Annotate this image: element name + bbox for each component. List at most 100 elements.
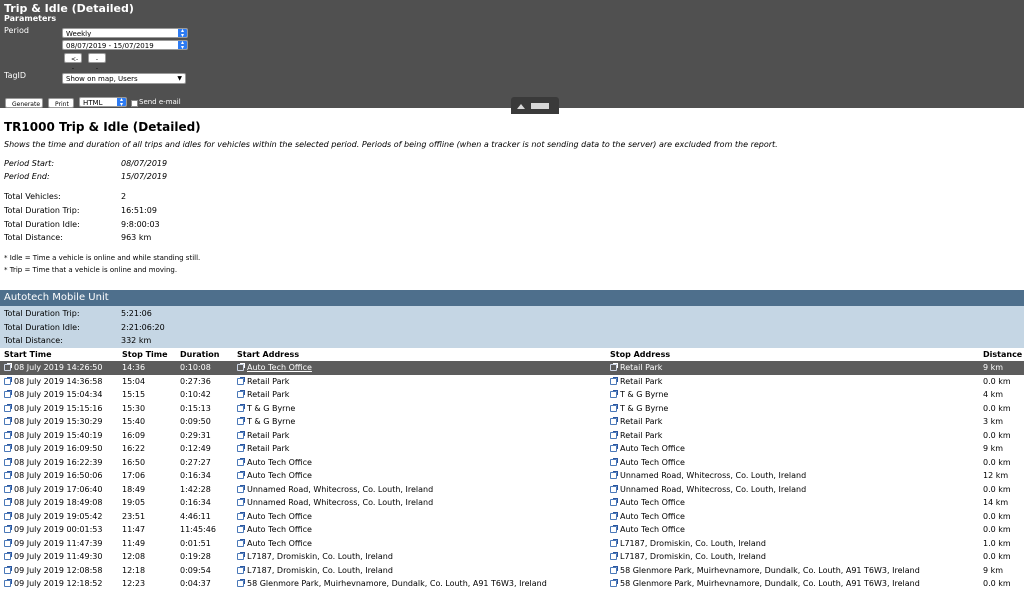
print-button[interactable]: Print bbox=[48, 98, 74, 108]
format-select[interactable]: HTML ▴ ▾ bbox=[79, 97, 127, 107]
table-row[interactable]: 09 July 2019 00:01:53 11:47 11:45:46 Auto T… bbox=[0, 523, 1024, 537]
stop-address-link[interactable]: Retail Park bbox=[620, 377, 662, 386]
open-map-icon[interactable] bbox=[610, 525, 618, 534]
open-map-icon[interactable] bbox=[237, 471, 245, 480]
start-address-link[interactable]: Auto Tech Office bbox=[247, 363, 312, 372]
open-map-icon[interactable] bbox=[610, 376, 618, 385]
stop-address-link[interactable]: Retail Park bbox=[620, 363, 662, 372]
open-map-icon[interactable] bbox=[237, 538, 245, 547]
table-row[interactable]: 09 July 2019 11:49:30 12:08 0:19:28 L7187, … bbox=[0, 550, 1024, 564]
open-map-icon[interactable] bbox=[237, 444, 245, 453]
open-map-icon[interactable] bbox=[237, 417, 245, 426]
table-row[interactable]: 09 July 2019 12:08:58 12:18 0:09:54 L7187, … bbox=[0, 564, 1024, 578]
open-map-icon[interactable] bbox=[4, 444, 12, 453]
stop-address-link[interactable]: L7187, Dromiskin, Co. Louth, Ireland bbox=[620, 539, 766, 548]
open-map-icon[interactable] bbox=[4, 376, 12, 385]
open-map-icon[interactable] bbox=[610, 430, 618, 439]
open-map-icon[interactable] bbox=[610, 363, 618, 372]
stop-address-link[interactable]: Auto Tech Office bbox=[620, 498, 685, 507]
start-address-link[interactable]: L7187, Dromiskin, Co. Louth, Ireland bbox=[247, 566, 393, 575]
stop-address-link[interactable]: L7187, Dromiskin, Co. Louth, Ireland bbox=[620, 552, 766, 561]
table-row[interactable]: 08 July 2019 15:04:34 15:15 0:10:42 Retail … bbox=[0, 388, 1024, 402]
stop-address-link[interactable]: Unnamed Road, Whitecross, Co. Louth, Ire… bbox=[620, 485, 806, 494]
open-map-icon[interactable] bbox=[237, 430, 245, 439]
generate-button[interactable]: Generate bbox=[5, 98, 43, 108]
open-map-icon[interactable] bbox=[4, 417, 12, 426]
start-address-link[interactable]: Retail Park bbox=[247, 431, 289, 440]
open-map-icon[interactable] bbox=[610, 471, 618, 480]
start-address-link[interactable]: Retail Park bbox=[247, 390, 289, 399]
stop-address-link[interactable]: Auto Tech Office bbox=[620, 525, 685, 534]
stop-address-link[interactable]: T & G Byrne bbox=[620, 404, 668, 413]
open-map-icon[interactable] bbox=[4, 552, 12, 561]
start-address-link[interactable]: Unnamed Road, Whitecross, Co. Louth, Ire… bbox=[247, 485, 433, 494]
start-address-link[interactable]: Auto Tech Office bbox=[247, 471, 312, 480]
stop-address-link[interactable]: Retail Park bbox=[620, 431, 662, 440]
col-header-distance[interactable]: Distance bbox=[979, 348, 1024, 361]
open-map-icon[interactable] bbox=[4, 390, 12, 399]
stop-address-link[interactable]: Auto Tech Office bbox=[620, 458, 685, 467]
table-row[interactable]: 08 July 2019 16:50:06 17:06 0:16:34 Auto Te… bbox=[0, 469, 1024, 483]
start-address-link[interactable]: Retail Park bbox=[247, 377, 289, 386]
table-row[interactable]: 09 July 2019 12:18:52 12:23 0:04:37 58 Glen… bbox=[0, 577, 1024, 591]
open-map-icon[interactable] bbox=[4, 430, 12, 439]
table-row[interactable]: 08 July 2019 16:22:39 16:50 0:27:27 Auto Te… bbox=[0, 456, 1024, 470]
open-map-icon[interactable] bbox=[610, 552, 618, 561]
open-map-icon[interactable] bbox=[4, 565, 12, 574]
open-map-icon[interactable] bbox=[237, 363, 245, 372]
col-header-duration[interactable]: Duration bbox=[176, 348, 233, 361]
open-map-icon[interactable] bbox=[610, 390, 618, 399]
open-map-icon[interactable] bbox=[4, 538, 12, 547]
open-map-icon[interactable] bbox=[237, 484, 245, 493]
open-map-icon[interactable] bbox=[4, 403, 12, 412]
open-map-icon[interactable] bbox=[610, 403, 618, 412]
open-map-icon[interactable] bbox=[4, 484, 12, 493]
open-map-icon[interactable] bbox=[237, 565, 245, 574]
open-map-icon[interactable] bbox=[237, 511, 245, 520]
start-address-link[interactable]: Auto Tech Office bbox=[247, 512, 312, 521]
start-address-link[interactable]: Auto Tech Office bbox=[247, 525, 312, 534]
table-row[interactable]: 08 July 2019 16:09:50 16:22 0:12:49 Retail … bbox=[0, 442, 1024, 456]
start-address-link[interactable]: Retail Park bbox=[247, 444, 289, 453]
open-map-icon[interactable] bbox=[610, 538, 618, 547]
date-range-select[interactable]: 08/07/2019 - 15/07/2019 ▴ ▾ bbox=[62, 40, 188, 50]
open-map-icon[interactable] bbox=[610, 565, 618, 574]
start-address-link[interactable]: 58 Glenmore Park, Muirhevnamore, Dundalk… bbox=[247, 579, 547, 588]
open-map-icon[interactable] bbox=[4, 525, 12, 534]
start-address-link[interactable]: L7187, Dromiskin, Co. Louth, Ireland bbox=[247, 552, 393, 561]
period-select[interactable]: Weekly ▴ ▾ bbox=[62, 28, 188, 38]
open-map-icon[interactable] bbox=[237, 498, 245, 507]
start-address-link[interactable]: Unnamed Road, Whitecross, Co. Louth, Ire… bbox=[247, 498, 433, 507]
open-map-icon[interactable] bbox=[610, 484, 618, 493]
col-header-stop-address[interactable]: Stop Address bbox=[606, 348, 979, 361]
open-map-icon[interactable] bbox=[4, 511, 12, 520]
table-row[interactable]: 08 July 2019 17:06:40 18:49 1:42:28 Unnamed… bbox=[0, 483, 1024, 497]
open-map-icon[interactable] bbox=[4, 457, 12, 466]
open-map-icon[interactable] bbox=[610, 579, 618, 588]
table-row[interactable]: 08 July 2019 19:05:42 23:51 4:46:11 Auto Te… bbox=[0, 510, 1024, 524]
collapse-panel-handle[interactable] bbox=[511, 97, 559, 114]
stop-address-link[interactable]: Retail Park bbox=[620, 417, 662, 426]
table-row[interactable]: 08 July 2019 14:36:58 15:04 0:27:36 Retail … bbox=[0, 375, 1024, 389]
start-address-link[interactable]: T & G Byrne bbox=[247, 404, 295, 413]
open-map-icon[interactable] bbox=[610, 444, 618, 453]
open-map-icon[interactable] bbox=[4, 363, 12, 372]
start-address-link[interactable]: T & G Byrne bbox=[247, 417, 295, 426]
open-map-icon[interactable] bbox=[237, 390, 245, 399]
open-map-icon[interactable] bbox=[610, 498, 618, 507]
start-address-link[interactable]: Auto Tech Office bbox=[247, 458, 312, 467]
open-map-icon[interactable] bbox=[610, 417, 618, 426]
open-map-icon[interactable] bbox=[610, 511, 618, 520]
table-row[interactable]: 08 July 2019 15:30:29 15:40 0:09:50 T & G B… bbox=[0, 415, 1024, 429]
stop-address-link[interactable]: 58 Glenmore Park, Muirhevnamore, Dundalk… bbox=[620, 579, 920, 588]
stop-address-link[interactable]: 58 Glenmore Park, Muirhevnamore, Dundalk… bbox=[620, 566, 920, 575]
open-map-icon[interactable] bbox=[4, 498, 12, 507]
open-map-icon[interactable] bbox=[237, 579, 245, 588]
col-header-stop-time[interactable]: Stop Time bbox=[118, 348, 176, 361]
open-map-icon[interactable] bbox=[4, 471, 12, 480]
col-header-start-address[interactable]: Start Address bbox=[233, 348, 606, 361]
stop-address-link[interactable]: Auto Tech Office bbox=[620, 512, 685, 521]
table-row[interactable]: 08 July 2019 15:15:16 15:30 0:15:13 T & G B… bbox=[0, 402, 1024, 416]
col-header-start-time[interactable]: Start Time bbox=[0, 348, 118, 361]
send-email-checkbox[interactable] bbox=[131, 100, 138, 107]
